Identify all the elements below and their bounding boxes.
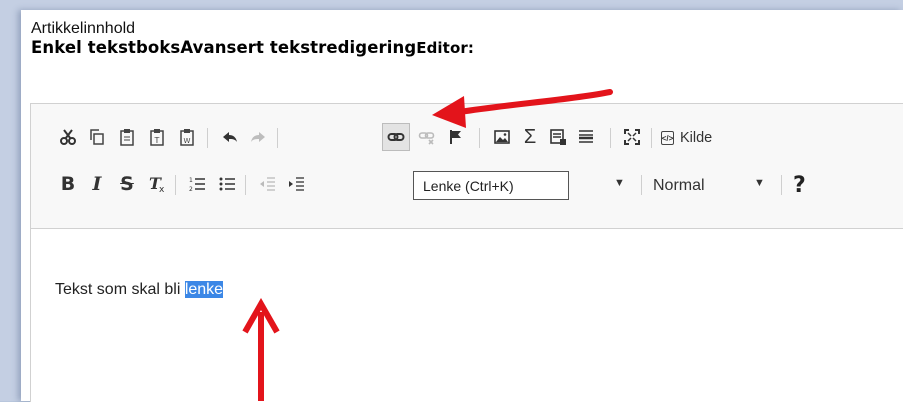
toolbar-separator	[781, 175, 782, 195]
redo-icon	[251, 132, 265, 142]
paste-text-button[interactable]: T	[143, 123, 171, 151]
tab-advanced-editing[interactable]: Avansert tekstredigering	[180, 38, 416, 57]
toolbar-separator	[479, 128, 480, 148]
field-label: Artikkelinnhold	[31, 20, 136, 37]
bullet-list-button[interactable]	[213, 170, 241, 198]
cut-button[interactable]	[54, 123, 82, 151]
editor-content[interactable]: Tekst som skal bli lenke	[55, 281, 224, 299]
maximize-icon	[624, 129, 640, 145]
content-text: Tekst som skal bli	[55, 281, 185, 298]
copy-icon	[90, 129, 104, 145]
svg-text:T: T	[154, 136, 160, 145]
outdent-icon	[260, 177, 275, 191]
tab-simple-textbox[interactable]: Enkel tekstboks	[31, 38, 180, 57]
image-button[interactable]	[488, 123, 516, 151]
toolbar-row-2: B I S Tx 12 Lenke (Ctrl+K) ▼ Normal ▼ ?	[31, 166, 903, 202]
outdent-button[interactable]	[253, 170, 281, 198]
toolbar-separator	[175, 175, 176, 195]
toolbar-separator	[277, 128, 278, 148]
source-button[interactable]: </> Kilde	[661, 130, 712, 146]
redo-button[interactable]	[244, 123, 272, 151]
window-frame: Artikkelinnhold Enkel tekstboksAvansert …	[0, 0, 903, 402]
link-button[interactable]	[382, 123, 410, 151]
article-form: Artikkelinnhold Enkel tekstboksAvansert …	[21, 10, 903, 402]
toolbar-separator	[207, 128, 208, 148]
undo-icon	[223, 132, 237, 142]
format-dropdown[interactable]: Normal	[653, 177, 705, 195]
help-button[interactable]: ?	[793, 173, 806, 198]
copy-button[interactable]	[83, 123, 111, 151]
horizontal-lines-icon	[579, 130, 593, 143]
source-label: Kilde	[680, 130, 713, 146]
toolbar-separator	[651, 128, 652, 148]
formula-button[interactable]: Σ	[516, 123, 544, 151]
numbered-list-button[interactable]: 12	[183, 170, 211, 198]
svg-text:2: 2	[189, 186, 193, 193]
selected-text: lenke	[184, 281, 224, 298]
link-icon	[387, 133, 405, 141]
bold-button[interactable]: B	[54, 170, 82, 198]
styles-dropdown-arrow[interactable]: ▼	[614, 177, 625, 189]
svg-text:x: x	[159, 185, 165, 193]
svg-text:1: 1	[189, 177, 193, 184]
link-tooltip: Lenke (Ctrl+K)	[413, 171, 569, 200]
editor-label: Editor:	[416, 39, 474, 57]
toolbar-separator	[641, 175, 642, 195]
paste-word-button[interactable]: W	[173, 123, 201, 151]
strikethrough-button[interactable]: S	[113, 170, 141, 198]
indent-button[interactable]	[282, 170, 310, 198]
editor-mode-tabs: Enkel tekstboksAvansert tekstredigeringE…	[31, 38, 474, 57]
unlink-button[interactable]	[413, 123, 441, 151]
image-icon	[494, 130, 510, 144]
toolbar-row-1: T W Σ </> Kilde	[31, 119, 903, 155]
rich-text-editor: T W Σ </> Kilde B I S T x 1 2 Lenke (Ctr…	[30, 103, 903, 402]
anchor-button[interactable]	[442, 123, 470, 151]
toolbar-separator	[610, 128, 611, 148]
svg-text:W: W	[184, 137, 191, 145]
italic-button[interactable]: I	[83, 170, 111, 198]
iframe-button[interactable]	[544, 123, 572, 151]
scissors-icon	[60, 129, 76, 145]
paste-button[interactable]	[113, 123, 141, 151]
flag-icon	[450, 130, 461, 144]
maximize-button[interactable]	[618, 123, 646, 151]
undo-button[interactable]	[216, 123, 244, 151]
clipboard-word-icon: W	[180, 129, 194, 146]
bullet-list-icon	[219, 177, 235, 191]
toolbar-separator	[245, 175, 246, 195]
source-code-icon: </>	[661, 131, 674, 145]
horizontal-rule-button[interactable]	[572, 123, 600, 151]
template-icon	[550, 129, 566, 145]
unlink-icon	[418, 132, 435, 145]
format-dropdown-arrow[interactable]: ▼	[754, 177, 765, 189]
clipboard-text-icon: T	[150, 129, 164, 146]
editor-toolbar: T W Σ </> Kilde B I S T x 1 2 Lenke (Ctr…	[31, 104, 903, 229]
sigma-icon: Σ	[523, 125, 537, 148]
indent-icon	[289, 177, 304, 191]
clipboard-icon	[120, 129, 134, 146]
remove-format-button[interactable]: Tx	[143, 170, 171, 198]
clear-format-icon: Tx	[149, 175, 165, 193]
numbered-list-icon: 12	[189, 177, 205, 193]
